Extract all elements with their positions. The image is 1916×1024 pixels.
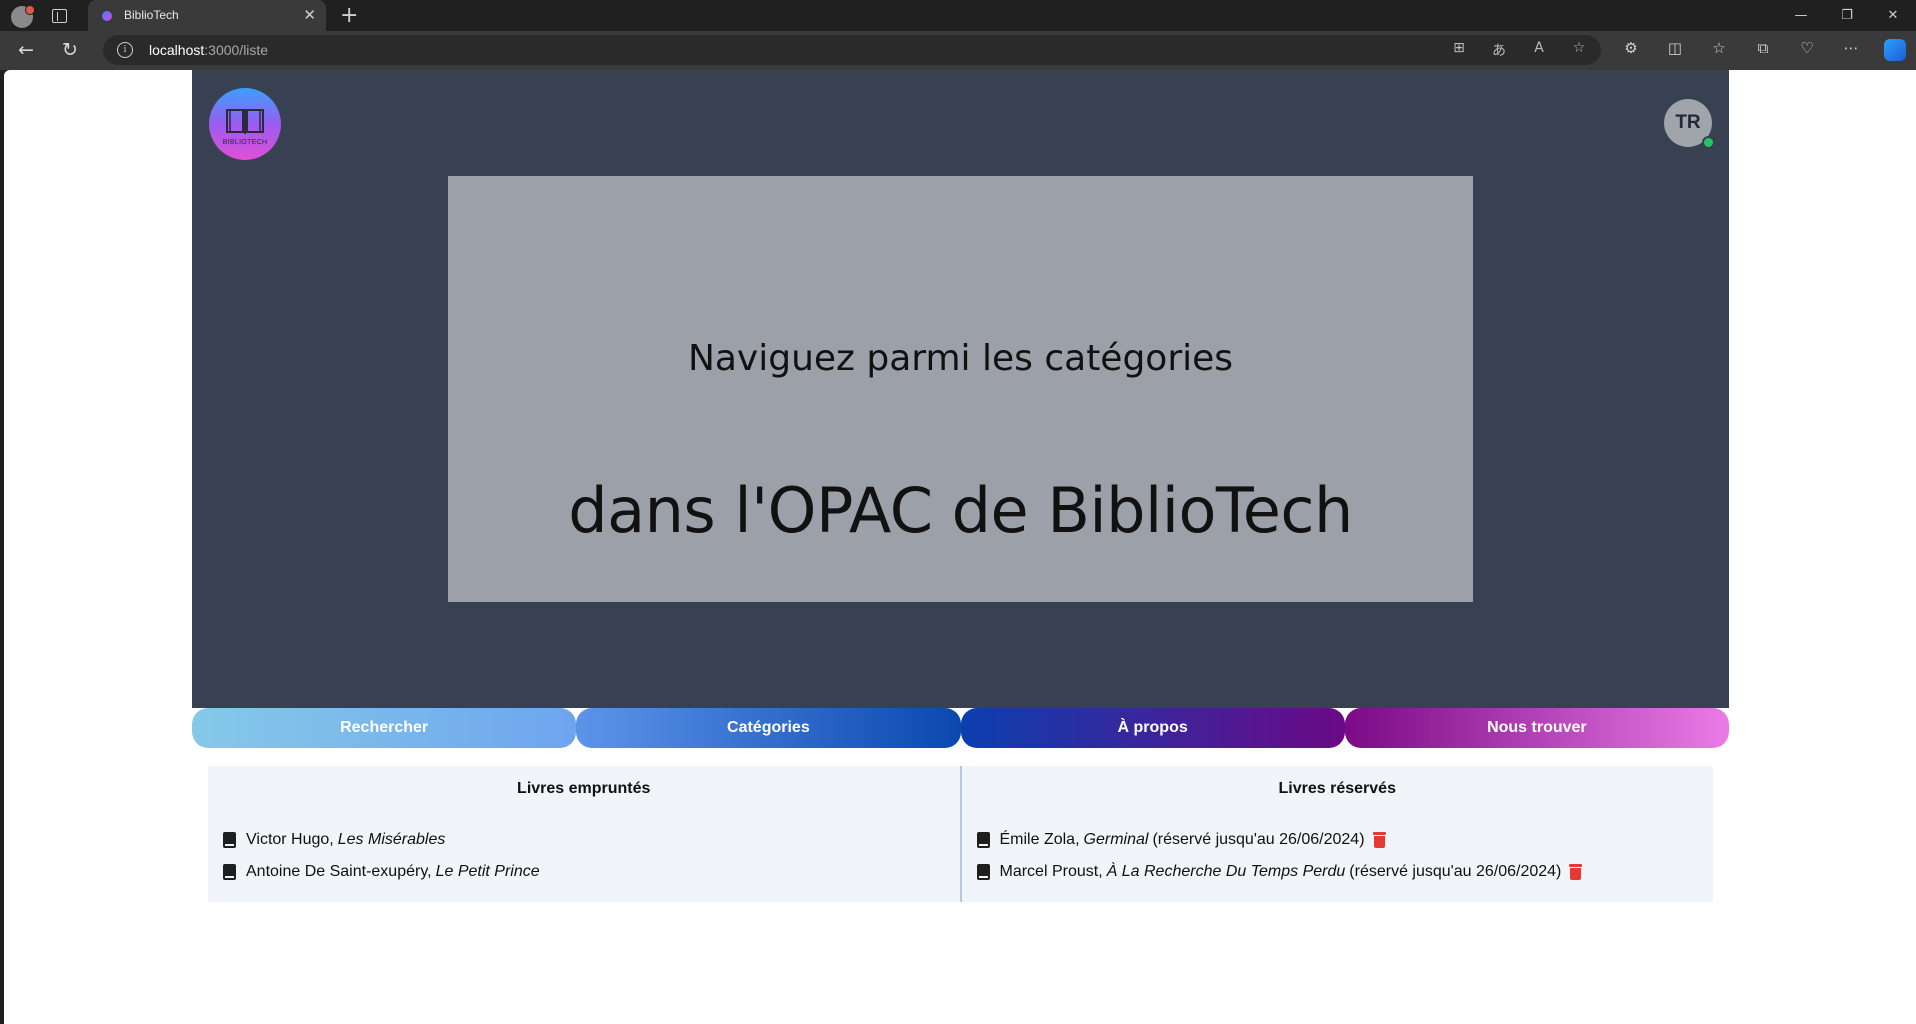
reserved-books-panel: Livres réservés Émile Zola, Germinal (ré… xyxy=(959,766,1714,902)
url-text: localhost:3000/liste xyxy=(149,42,269,58)
trash-icon[interactable] xyxy=(1569,864,1583,880)
browser-toolbar: ← ↻ i localhost:3000/liste ⊞ あ A ☆ ⚙ ◫ ☆… xyxy=(0,31,1916,70)
app-available-icon[interactable]: ⊞ xyxy=(1449,40,1469,60)
nav-nous-trouver-button[interactable]: Nous trouver xyxy=(1344,708,1729,748)
page-viewport: BIBLIOTECH TR Naviguez parmi les catégor… xyxy=(4,70,1916,1024)
hero-banner: Naviguez parmi les catégories dans l'OPA… xyxy=(448,176,1473,602)
book-icon xyxy=(976,832,990,848)
book-icon xyxy=(976,864,990,880)
read-aloud-icon[interactable]: A xyxy=(1529,40,1549,60)
close-tab-icon[interactable]: ✕ xyxy=(303,6,316,24)
tab-actions-icon[interactable] xyxy=(52,9,67,23)
book-title: À La Recherche Du Temps Perdu xyxy=(1106,863,1346,880)
tab-title: BiblioTech xyxy=(124,8,179,22)
trash-icon[interactable] xyxy=(1372,832,1386,848)
browser-tab-bar: BiblioTech ✕ + — ❐ ✕ xyxy=(0,0,1916,31)
more-menu-icon[interactable]: ⋯ xyxy=(1840,39,1862,57)
reserved-books-list: Émile Zola, Germinal (réservé jusqu'au 2… xyxy=(976,824,1583,888)
hero-subtitle: Naviguez parmi les catégories xyxy=(687,338,1234,379)
borrowed-books-panel: Livres empruntés Victor Hugo, Les Miséra… xyxy=(208,766,960,902)
site-info-icon[interactable]: i xyxy=(117,42,133,58)
hero-title: dans l'OPAC de BiblioTech xyxy=(568,474,1353,547)
window-controls: — ❐ ✕ xyxy=(1778,0,1916,31)
extensions-icon[interactable]: ⚙ xyxy=(1620,39,1642,57)
book-title: Germinal xyxy=(1083,831,1149,848)
list-item: Émile Zola, Germinal (réservé jusqu'au 2… xyxy=(976,824,1583,856)
back-icon[interactable]: ← xyxy=(18,39,34,61)
reserved-books-title: Livres réservés xyxy=(1278,780,1396,797)
favicon-icon xyxy=(102,11,112,21)
logo-text: BIBLIOTECH xyxy=(222,139,268,146)
book-icon xyxy=(223,864,236,880)
nav-a-propos-button[interactable]: À propos xyxy=(960,708,1345,748)
nav-categories-button[interactable]: Catégories xyxy=(576,708,961,748)
favorite-star-icon[interactable]: ☆ xyxy=(1569,40,1589,60)
borrowed-books-list: Victor Hugo, Les Misérables Antoine De S… xyxy=(223,824,540,888)
list-item: Antoine De Saint-exupéry, Le Petit Princ… xyxy=(223,856,540,888)
nav-rechercher-button[interactable]: Rechercher xyxy=(192,708,577,748)
list-item: Marcel Proust, À La Recherche Du Temps P… xyxy=(976,856,1583,888)
new-tab-icon[interactable]: + xyxy=(340,3,358,28)
borrowed-books-title: Livres empruntés xyxy=(517,780,651,797)
book-title: Les Misérables xyxy=(337,831,446,848)
main-nav: Rechercher Catégories À propos Nous trou… xyxy=(192,708,1729,748)
book-author: Antoine De Saint-exupéry, xyxy=(246,863,432,880)
book-author: Marcel Proust, xyxy=(999,863,1103,880)
minimize-icon[interactable]: — xyxy=(1778,0,1824,31)
book-icon xyxy=(223,832,236,848)
favorites-icon[interactable]: ☆ xyxy=(1708,39,1730,57)
open-book-icon xyxy=(226,109,264,134)
restore-icon[interactable]: ❐ xyxy=(1824,0,1870,31)
copilot-icon[interactable] xyxy=(1884,39,1906,61)
books-panels: Livres empruntés Victor Hugo, Les Miséra… xyxy=(208,766,1713,902)
reload-icon[interactable]: ↻ xyxy=(62,39,78,61)
browser-essentials-icon[interactable]: ♡ xyxy=(1796,39,1818,57)
hero-header: BIBLIOTECH TR Naviguez parmi les catégor… xyxy=(192,70,1729,708)
online-status-dot xyxy=(1702,136,1715,149)
book-title: Le Petit Prince xyxy=(435,863,540,880)
reservation-note: (réservé jusqu'au 26/06/2024) xyxy=(1349,863,1562,880)
address-bar[interactable]: i localhost:3000/liste ⊞ あ A ☆ xyxy=(103,35,1601,65)
reservation-note: (réservé jusqu'au 26/06/2024) xyxy=(1152,831,1365,848)
browser-tab[interactable]: BiblioTech ✕ xyxy=(88,0,326,31)
list-item: Victor Hugo, Les Misérables xyxy=(223,824,540,856)
book-author: Victor Hugo, xyxy=(246,831,334,848)
profile-icon[interactable] xyxy=(11,5,35,28)
bibliotech-logo[interactable]: BIBLIOTECH xyxy=(209,88,281,160)
collections-icon[interactable]: ⧉ xyxy=(1752,39,1774,57)
translate-icon[interactable]: あ xyxy=(1489,40,1509,60)
book-author: Émile Zola, xyxy=(999,831,1080,848)
close-window-icon[interactable]: ✕ xyxy=(1870,0,1916,31)
split-screen-icon[interactable]: ◫ xyxy=(1664,39,1686,57)
